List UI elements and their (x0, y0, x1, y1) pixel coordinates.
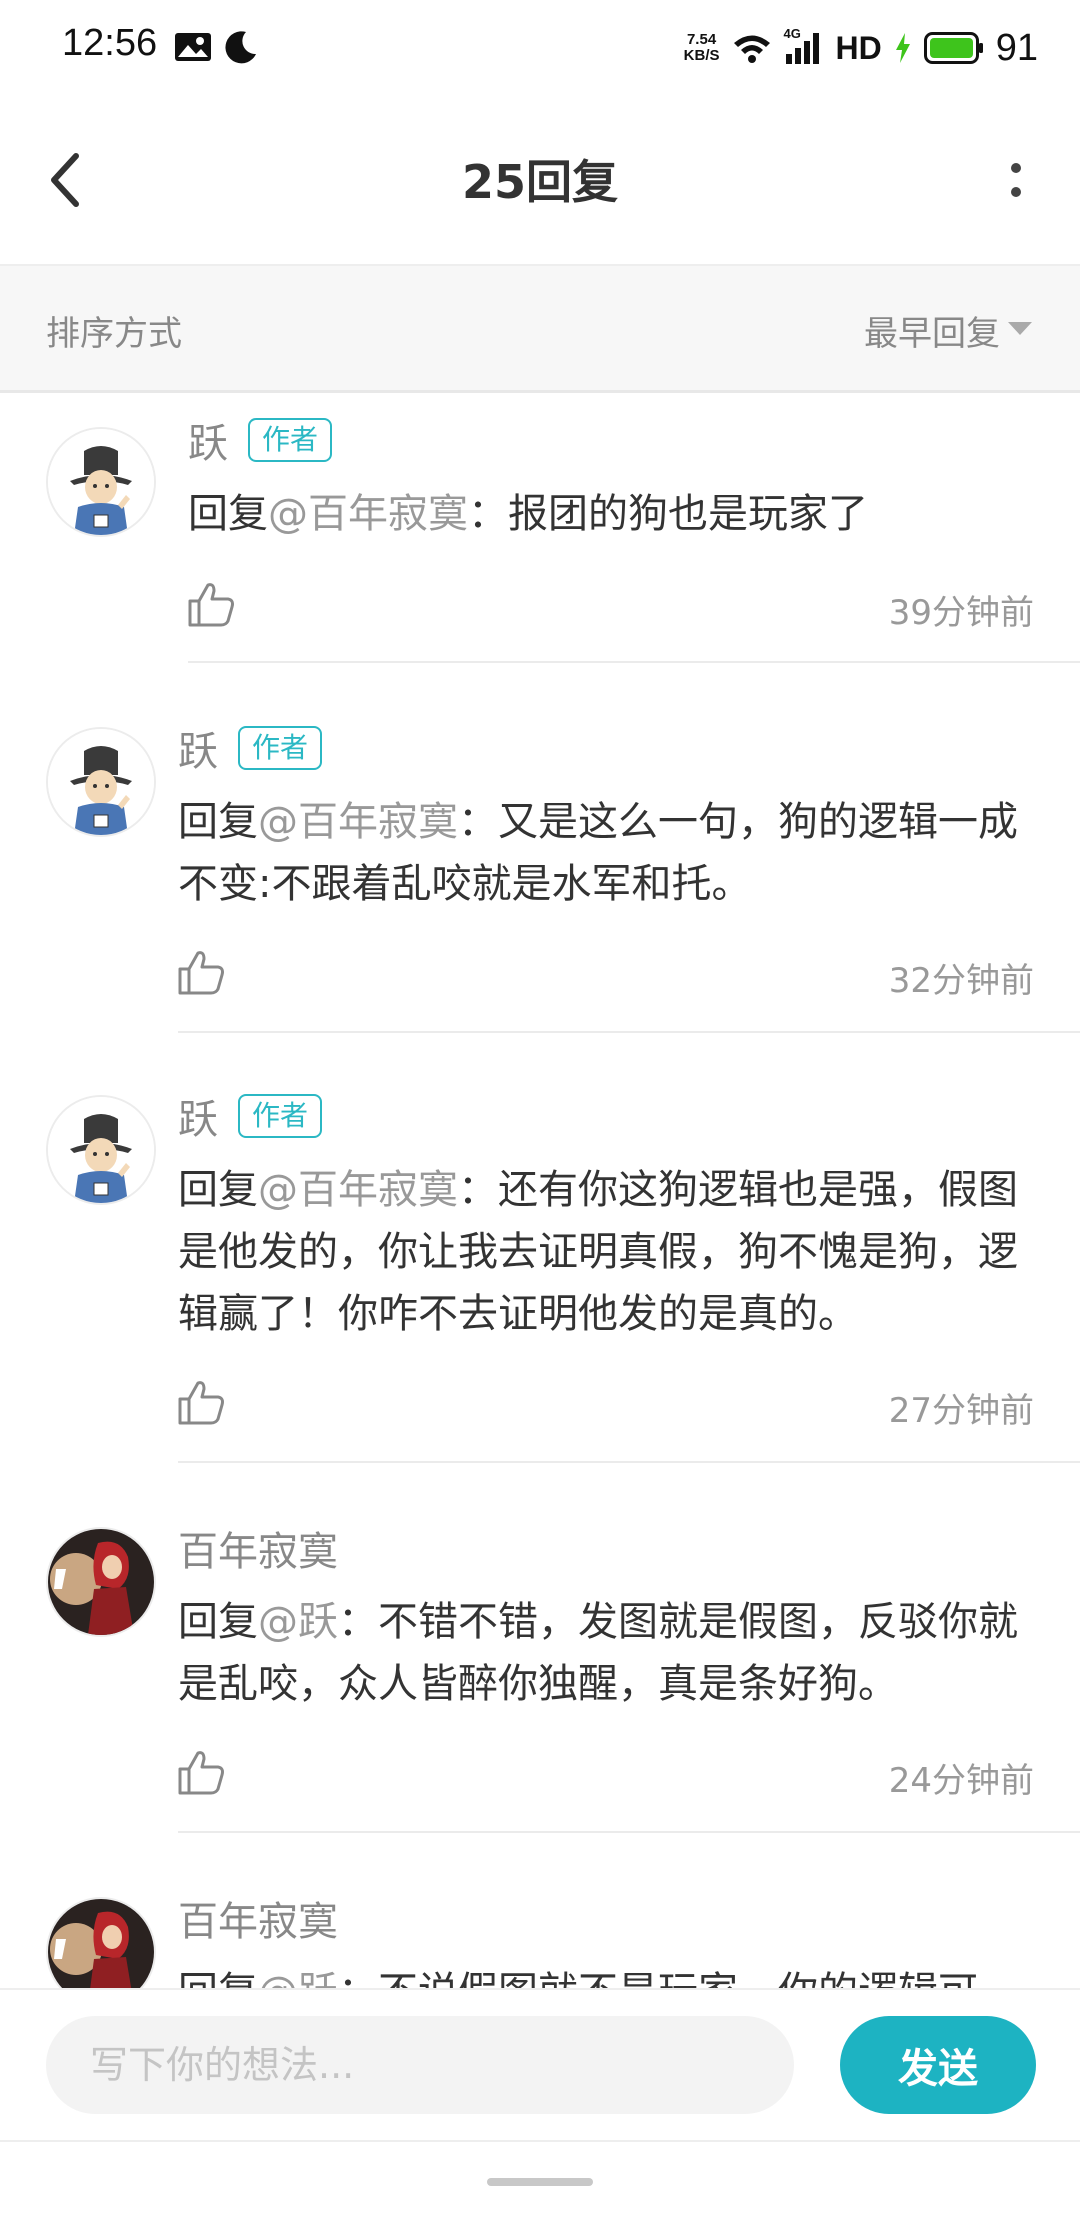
official-avatar-icon (48, 429, 154, 535)
comment-body: ：不说假图就不是玩家，你的逻辑可 (338, 1969, 978, 1988)
sort-bar: 排序方式 最早回复 (0, 266, 1080, 393)
comment-text[interactable]: 回复@跃：不说假图就不是玩家，你的逻辑可 (178, 1961, 1038, 1988)
hd-label: HD (835, 29, 882, 66)
comment-text[interactable]: 回复@百年寂寞：又是这么一句，狗的逻辑一成不变:不跟着乱咬就是水军和托。 (178, 791, 1038, 915)
reply-prefix: 回复 (178, 1599, 258, 1645)
signal-indicator: 4G (784, 26, 824, 66)
comment-list[interactable]: 跃 作者 回复@百年寂寞：报团的狗也是玩家了 39分钟前 跃 作者 回复@百年寂… (0, 393, 1080, 1988)
username-row: 百年寂寞 (178, 1889, 338, 1947)
wifi-icon (733, 35, 770, 63)
more-options-icon[interactable] (986, 150, 1046, 210)
signal-icon (785, 33, 819, 64)
mention-link[interactable]: @百年寂寞 (258, 1167, 458, 1213)
thumbs-up-icon[interactable] (176, 1377, 228, 1429)
dropdown-arrow-icon[interactable] (1008, 322, 1032, 335)
avatar[interactable] (46, 427, 156, 537)
comment-item: 跃 作者 回复@百年寂寞：又是这么一句，狗的逻辑一成不变:不跟着乱咬就是水军和托… (0, 663, 1080, 1033)
comment-item: 百年寂寞 回复@跃：不错不错，发图就是假图，反驳你就是乱咬，众人皆醉你独醒，真是… (0, 1463, 1080, 1833)
page-title: 25回复 (461, 155, 618, 209)
username-row: 跃 作者 (178, 719, 323, 777)
girl-avatar-icon (48, 1899, 154, 1988)
avatar[interactable] (46, 1527, 156, 1637)
net-speed-unit: KB/S (683, 47, 720, 64)
reply-prefix: 回复 (188, 491, 268, 537)
reply-prefix: 回复 (178, 799, 258, 845)
sort-dropdown[interactable]: 最早回复 (864, 306, 1000, 355)
thumbs-up-icon[interactable] (176, 947, 228, 999)
username[interactable]: 跃 (178, 1087, 218, 1145)
timestamp: 32分钟前 (888, 961, 1034, 1001)
author-badge: 作者 (238, 726, 323, 770)
header: 25回复 (0, 96, 1080, 266)
home-indicator[interactable] (487, 2178, 593, 2186)
sort-label: 排序方式 (46, 314, 182, 354)
comment-text[interactable]: 回复@跃：不错不错，发图就是假图，反驳你就是乱咬，众人皆醉你独醒，真是条好狗。 (178, 1591, 1038, 1715)
net-speed-value: 7.54 (686, 31, 717, 48)
gallery-icon (175, 33, 211, 61)
thumbs-up-icon[interactable] (176, 1747, 228, 1799)
comment-body: ：报团的狗也是玩家了 (468, 491, 868, 537)
avatar[interactable] (46, 1095, 156, 1205)
mention-link[interactable]: @百年寂寞 (268, 491, 468, 537)
username[interactable]: 跃 (188, 411, 228, 469)
username[interactable]: 百年寂寞 (178, 1519, 338, 1577)
reply-prefix: 回复 (178, 1969, 258, 1988)
timestamp: 27分钟前 (888, 1391, 1034, 1431)
battery-icon (923, 32, 983, 64)
username[interactable]: 百年寂寞 (178, 1889, 338, 1947)
comment-text[interactable]: 回复@百年寂寞：报团的狗也是玩家了 (188, 483, 1080, 545)
username-row: 跃 作者 (178, 1087, 323, 1145)
status-bar: 12:56 7.54 KB/S 4G HD 91 (0, 0, 1080, 96)
battery-level: 91 (995, 26, 1038, 69)
official-avatar-icon (48, 729, 154, 835)
author-badge: 作者 (248, 418, 333, 462)
comment-text[interactable]: 回复@百年寂寞：还有你这狗逻辑也是强，假图是他发的，你让我去证明真假，狗不愧是狗… (178, 1159, 1038, 1345)
mention-link[interactable]: @百年寂寞 (258, 799, 458, 845)
avatar[interactable] (46, 727, 156, 837)
net-speed: 7.54 KB/S (684, 32, 720, 64)
mention-link[interactable]: @跃 (258, 1969, 338, 1988)
comment-item: 跃 作者 回复@百年寂寞：还有你这狗逻辑也是强，假图是他发的，你让我去证明真假，… (0, 1033, 1080, 1463)
moon-icon (225, 31, 256, 64)
charging-icon (895, 33, 910, 63)
username[interactable]: 跃 (178, 719, 218, 777)
mention-link[interactable]: @跃 (258, 1599, 338, 1645)
official-avatar-icon (48, 1097, 154, 1203)
author-badge: 作者 (238, 1094, 323, 1138)
reply-prefix: 回复 (178, 1167, 258, 1213)
comment-input[interactable] (46, 2016, 794, 2114)
timestamp: 24分钟前 (888, 1761, 1034, 1801)
comment-item: 跃 作者 回复@百年寂寞：报团的狗也是玩家了 39分钟前 (0, 393, 1080, 663)
username-row: 百年寂寞 (178, 1519, 338, 1577)
girl-avatar-icon (48, 1529, 154, 1635)
username-row: 跃 作者 (188, 411, 333, 469)
thumbs-up-icon[interactable] (186, 579, 238, 631)
avatar[interactable] (46, 1897, 156, 1988)
status-right: 7.54 KB/S 4G HD 91 (684, 22, 1038, 74)
status-time: 12:56 (62, 22, 158, 64)
timestamp: 39分钟前 (888, 593, 1034, 633)
comment-input-bar: 发送 (0, 1988, 1080, 2142)
comment-item: 百年寂寞 回复@跃：不说假图就不是玩家，你的逻辑可 (0, 1833, 1080, 1988)
send-button[interactable]: 发送 (840, 2016, 1036, 2114)
